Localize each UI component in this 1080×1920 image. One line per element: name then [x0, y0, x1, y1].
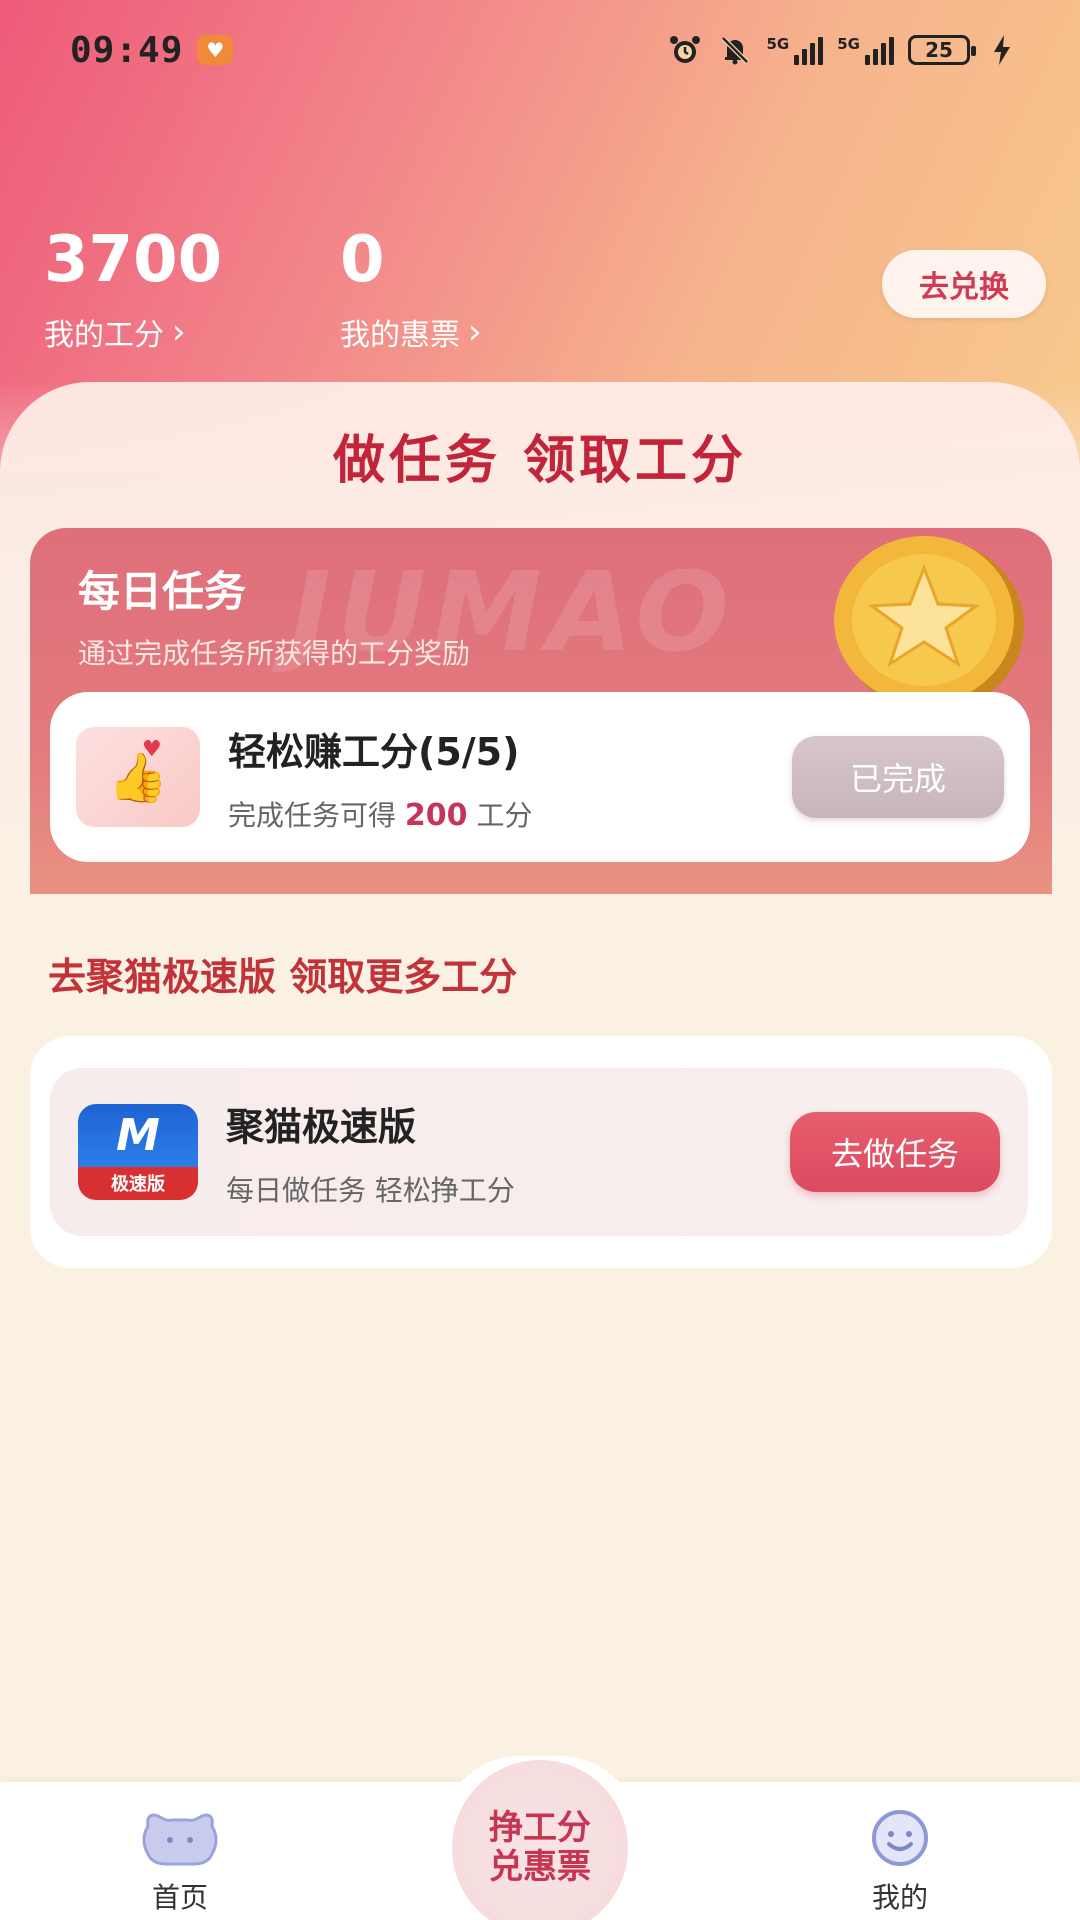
- daily-task-title: 每日任务: [78, 567, 247, 616]
- exchange-button[interactable]: 去兑换: [882, 250, 1046, 318]
- center-line-1: 挣工分: [489, 1807, 591, 1848]
- task-points: 200: [404, 797, 468, 833]
- tickets-link[interactable]: 我的惠票 ›: [340, 310, 482, 354]
- alarm-icon: [667, 33, 703, 67]
- task-description: 完成任务可得 200 工分: [228, 797, 533, 833]
- completed-button[interactable]: 已完成: [792, 736, 1004, 818]
- section-title: 去聚猫极速版 领取更多工分: [48, 955, 518, 999]
- signal-icon-2: 5G: [837, 35, 894, 65]
- daily-task-row: 👍 ♥ 轻松赚工分(5/5) 完成任务可得 200 工分 已完成: [50, 692, 1030, 862]
- main-title: 做任务 领取工分: [332, 431, 748, 491]
- heart-app-icon: ♥: [197, 35, 234, 65]
- tickets-stat[interactable]: 0 我的惠票 ›: [340, 228, 482, 354]
- tickets-value: 0: [340, 223, 385, 297]
- status-time: 09:49: [70, 29, 184, 71]
- smiley-icon: [872, 1810, 928, 1866]
- app-description: 每日做任务 轻松挣工分: [226, 1173, 515, 1207]
- app-promo-card: M 极速版 聚猫极速版 每日做任务 轻松挣工分 去做任务: [50, 1068, 1028, 1236]
- daily-task-subtitle: 通过完成任务所获得的工分奖励: [78, 637, 471, 670]
- center-line-2: 兑惠票: [489, 1847, 591, 1887]
- app-name: 聚猫极速版: [226, 1104, 417, 1149]
- jumao-app-icon: M 极速版: [78, 1104, 198, 1200]
- work-points-value: 3700: [44, 223, 223, 297]
- nav-home[interactable]: 首页: [90, 1808, 270, 1916]
- chevron-right-icon: ›: [172, 312, 186, 352]
- charging-icon: [984, 33, 1020, 67]
- work-points-link[interactable]: 我的工分 ›: [44, 310, 222, 354]
- nav-home-label: 首页: [151, 1881, 208, 1914]
- work-points-label: 我的工分: [44, 318, 164, 353]
- work-points-stat[interactable]: 3700 我的工分 ›: [44, 228, 222, 354]
- status-bar: 09:49 ♥ 5G 5G 25: [0, 0, 1080, 100]
- signal-icon: 5G: [767, 35, 824, 65]
- thumbs-up-icon: 👍 ♥: [76, 727, 200, 827]
- chevron-right-icon: ›: [468, 312, 482, 352]
- nav-mine-label: 我的: [871, 1881, 928, 1914]
- task-title: 轻松赚工分(5/5): [228, 729, 520, 774]
- nav-mine[interactable]: 我的: [810, 1808, 990, 1916]
- battery-icon: 25: [908, 35, 976, 65]
- do-task-button[interactable]: 去做任务: [790, 1112, 1000, 1192]
- home-icon: [142, 1813, 218, 1866]
- mute-icon: [717, 33, 753, 67]
- tickets-label: 我的惠票: [340, 318, 460, 353]
